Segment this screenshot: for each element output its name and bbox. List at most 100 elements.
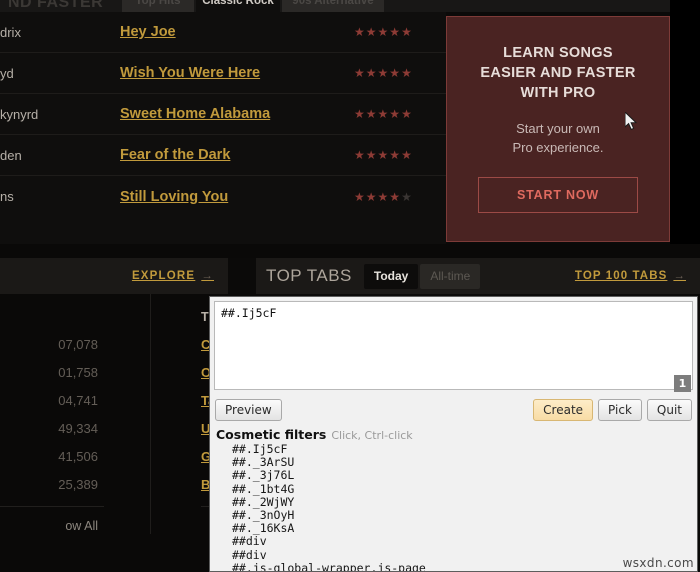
list-item[interactable]: ##div: [232, 535, 697, 548]
star-icon: ★: [365, 66, 378, 80]
song-artist: den: [0, 147, 22, 163]
create-button[interactable]: Create: [533, 399, 594, 421]
section-gap: [0, 244, 700, 258]
top-100-tabs-label: TOP 100 TABS: [574, 270, 668, 282]
star-icon: ★: [377, 66, 390, 80]
pick-button[interactable]: Pick: [598, 399, 642, 421]
explore-box: EXPLORE →: [0, 258, 228, 294]
filter-input-wrapper: 1: [214, 301, 693, 394]
cosmetic-filters-list: ##.Ij5cF ##._3ArSU ##._3j76L ##._1bt4G #…: [210, 443, 697, 571]
start-now-label: START NOW: [517, 188, 599, 202]
tab-90s-alternative[interactable]: 90s Alternative: [282, 0, 384, 12]
star-icon: ★: [389, 107, 402, 121]
arrow-right-icon: →: [673, 270, 686, 282]
list-item[interactable]: ##.Ij5cF: [232, 443, 697, 456]
star-icon: ★: [365, 148, 378, 162]
promo-subtext-line-2: Pro experience.: [512, 140, 604, 155]
arrow-right-icon: →: [201, 270, 214, 282]
song-title-link[interactable]: Fear of the Dark: [120, 147, 354, 163]
table-row[interactable]: den Fear of the Dark ★★★★★: [0, 135, 446, 176]
list-item[interactable]: 49,334: [0, 414, 104, 442]
table-row[interactable]: kynyrd Sweet Home Alabama ★★★★★: [0, 94, 446, 135]
list-item[interactable]: ##._1bt4G: [232, 482, 697, 496]
screen-root: ND FASTER Top Hits Classic Rock 90s Alte…: [0, 0, 700, 572]
star-icon: ★: [401, 148, 413, 162]
list-item[interactable]: 04,741: [0, 386, 104, 414]
tab-classic-rock[interactable]: Classic Rock: [196, 0, 280, 12]
quit-button[interactable]: Quit: [646, 399, 692, 421]
song-artist: yd: [0, 65, 14, 81]
preview-button[interactable]: Preview: [215, 399, 282, 421]
right-background-filler: [670, 0, 700, 250]
rating-stars: ★★★★★: [354, 107, 446, 121]
table-row[interactable]: ns Still Loving You ★★★★★: [0, 176, 446, 217]
list-item[interactable]: ##._3ArSU: [232, 456, 697, 469]
watermark: wsxdn.com: [622, 556, 694, 570]
left-column-heading: [0, 294, 104, 330]
list-item[interactable]: ##._3nOyH: [232, 508, 697, 522]
promo-headline-line-3: WITH PRO: [520, 85, 596, 101]
rating-stars: ★★★★★: [354, 148, 446, 162]
list-item[interactable]: ##._16KsA: [232, 522, 697, 535]
start-now-button[interactable]: START NOW: [478, 177, 638, 213]
list-item[interactable]: 25,389: [0, 470, 104, 498]
top-tabs-box: TOP TABS Today All-time TOP 100 TABS →: [256, 258, 700, 294]
song-title-link[interactable]: Wish You Were Here: [120, 65, 354, 81]
left-show-all-link[interactable]: ow All: [0, 506, 104, 533]
song-title-link[interactable]: Hey Joe: [120, 24, 354, 40]
segment-today[interactable]: Today: [363, 263, 419, 289]
list-item[interactable]: 07,078: [0, 330, 104, 358]
segment-all-time-label: All-time: [430, 268, 471, 283]
star-icon: ★: [354, 148, 366, 162]
star-icon: ★: [389, 25, 402, 39]
promo-headline-line-2: EASIER AND FASTER: [480, 65, 636, 81]
song-artist: ns: [0, 189, 14, 204]
element-picker-dialog: 1 Preview Create Pick Quit Cosmetic filt…: [209, 296, 698, 572]
segment-today-label: Today: [373, 268, 409, 283]
promo-subtext: Start your own Pro experience.: [512, 119, 603, 157]
song-title-link[interactable]: Sweet Home Alabama: [120, 106, 354, 122]
star-icon: ★: [377, 148, 390, 162]
star-icon: ★: [377, 107, 390, 121]
category-tab-strip: ND FASTER Top Hits Classic Rock 90s Alte…: [0, 0, 700, 12]
promo-headline: LEARN SONGS EASIER AND FASTER WITH PRO: [458, 43, 658, 103]
left-count: 07,078: [58, 336, 98, 352]
star-icon: ★: [365, 107, 378, 121]
rating-stars: ★★★★★: [354, 25, 446, 39]
song-artist: kynyrd: [0, 106, 39, 122]
star-icon: ★: [377, 25, 390, 39]
list-item[interactable]: 01,758: [0, 358, 104, 386]
song-artist: drix: [0, 24, 21, 40]
segment-all-time[interactable]: All-time: [420, 263, 481, 289]
tab-90s-alternative-label: 90s Alternative: [292, 0, 374, 7]
cosmetic-filters-heading: Cosmetic filters Click, Ctrl-click: [210, 425, 697, 443]
song-title-link[interactable]: Still Loving You: [120, 189, 354, 205]
star-icon: ★: [389, 148, 402, 162]
table-row[interactable]: yd Wish You Were Here ★★★★★: [0, 53, 446, 94]
star-icon: ★: [401, 25, 413, 39]
list-item[interactable]: 41,506: [0, 442, 104, 470]
list-item[interactable]: ##._3j76L: [232, 469, 697, 482]
rating-stars: ★★★★★: [354, 66, 446, 80]
explore-link[interactable]: EXPLORE →: [132, 270, 214, 282]
star-icon: ★: [365, 25, 378, 39]
tab-top-hits-label: Top Hits: [135, 0, 181, 7]
left-count: 01,758: [58, 364, 98, 380]
song-list: drix Hey Joe ★★★★★ yd Wish You Were Here…: [0, 12, 446, 244]
promo-subtext-line-1: Start your own: [516, 121, 600, 136]
table-row[interactable]: drix Hey Joe ★★★★★: [0, 12, 446, 53]
tab-top-hits[interactable]: Top Hits: [122, 0, 194, 12]
star-icon: ★: [354, 25, 366, 39]
list-item[interactable]: ##._2WjWY: [232, 495, 697, 509]
left-count: 04,741: [58, 392, 98, 408]
tab-classic-rock-label: Classic Rock: [202, 0, 274, 7]
left-count: 25,389: [58, 476, 98, 492]
top-tabs-title: TOP TABS: [266, 266, 352, 285]
top-100-tabs-link[interactable]: TOP 100 TABS →: [575, 270, 686, 282]
star-icon: ★: [354, 107, 366, 121]
left-count: 41,506: [58, 448, 98, 464]
explore-toptabs-bar: EXPLORE → TOP TABS Today All-time TOP 100…: [0, 258, 700, 294]
star-icon: ★: [365, 189, 378, 204]
star-empty-icon: ★: [401, 189, 413, 204]
filter-textarea[interactable]: [214, 301, 693, 390]
